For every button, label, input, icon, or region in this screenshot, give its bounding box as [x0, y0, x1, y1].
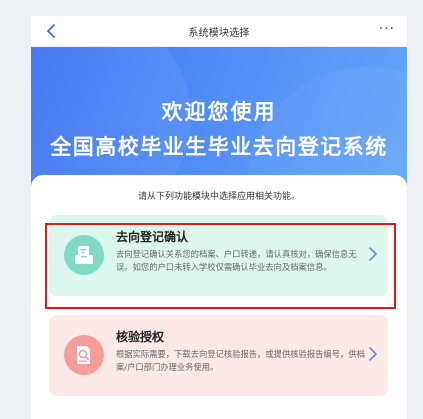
module-card-verification-authorize[interactable]: 核验授权 根据实际需要，下载去向登记核验报告，或提供核验报告编号，供档案/户口部…: [49, 315, 388, 396]
chevron-right-icon: [369, 347, 377, 361]
card-description: 去向登记确认关系您的档案、户口转递，请认真核对，确保信息无误。如您的户口未转入学…: [116, 249, 357, 272]
instruction-text: 请从下列功能模块中选择应用相关功能。: [137, 192, 300, 202]
page-title: 系统模块选择: [188, 28, 250, 39]
app-window: 系统模块选择 ··· 欢迎您使用 全国高校毕业生毕业去向登记系统 请从下列功能模…: [31, 16, 407, 419]
module-card-destination-confirm[interactable]: 去向登记确认 去向登记确认关系您的档案、户口转递，请认真核对，确保信息无误。如您…: [49, 215, 388, 296]
top-bar: 系统模块选择 ···: [31, 16, 407, 47]
system-name-heading: 全国高校毕业生毕业去向登记系统: [50, 135, 388, 159]
welcome-heading: 欢迎您使用: [161, 100, 277, 124]
module-panel: 请从下列功能模块中选择应用相关功能。 去向登记确认 去向登记确认关系您的档案、户…: [31, 175, 407, 419]
more-menu-button[interactable]: ···: [379, 21, 395, 37]
document-inbox-icon: [64, 235, 104, 275]
card-description: 根据实际需要，下载去向登记核验报告，或提供核验报告编号，供档案/户口部门办理业务…: [116, 349, 365, 372]
chevron-right-icon: [369, 247, 377, 261]
card-title: 核验授权: [116, 330, 165, 344]
document-search-icon: [64, 335, 104, 375]
card-title: 去向登记确认: [116, 230, 189, 244]
